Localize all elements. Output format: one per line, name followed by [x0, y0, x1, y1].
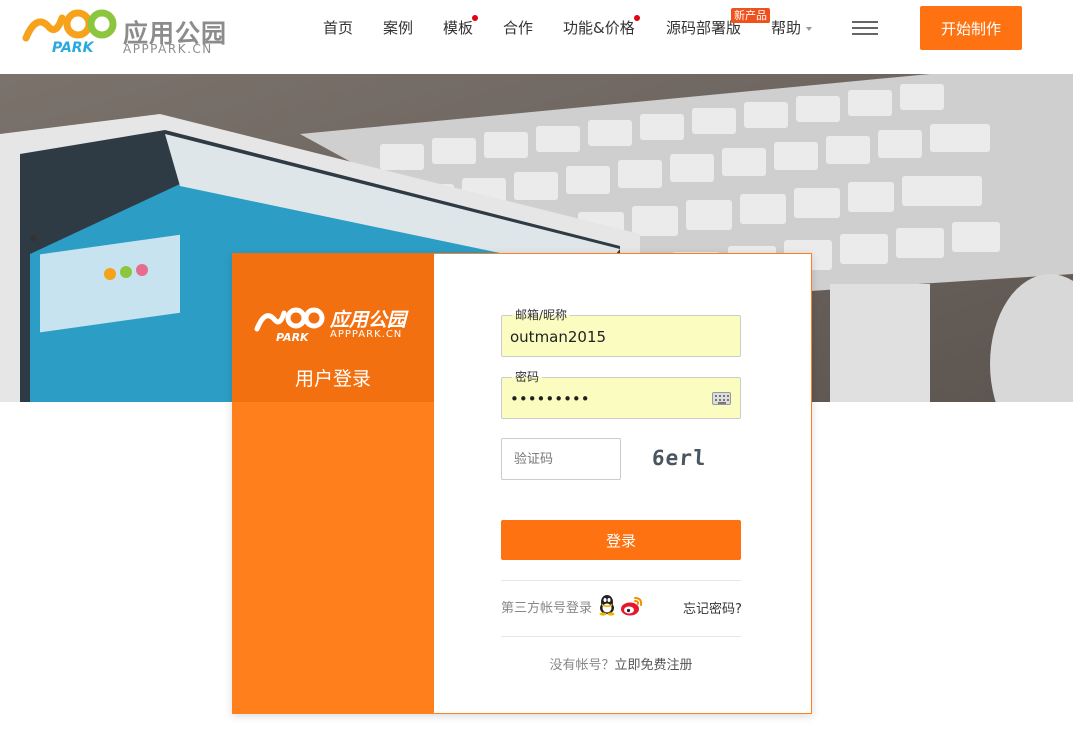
site-header: PARK 应用公园 APPPARK.CN 首页 案例 模板 合作 功能&价格 源…	[0, 0, 1073, 74]
nav-help-label: 帮助	[771, 19, 802, 37]
card-logo-text-cn: 应用公园	[330, 309, 407, 331]
password-field: 密码	[501, 370, 741, 419]
login-title: 用户登录	[294, 368, 371, 390]
divider	[501, 580, 741, 581]
weibo-icon[interactable]	[620, 595, 644, 617]
register-link[interactable]: 立即免费注册	[615, 658, 693, 673]
login-card: PARK 应用公园 APPPARK.CN 用户登录 邮箱/昵称 密码 6erl …	[232, 253, 812, 714]
nav-features-pricing[interactable]: 功能&价格	[563, 15, 640, 38]
register-prompt: 没有帐号？立即免费注册	[501, 654, 741, 673]
card-logo-mark-text: PARK	[276, 331, 310, 343]
card-logo: PARK 应用公园 APPPARK.CN	[254, 303, 414, 344]
nav-help[interactable]: 帮助	[771, 17, 813, 38]
nav-cooperation[interactable]: 合作	[503, 17, 533, 38]
logo-mark-icon: PARK	[22, 9, 117, 54]
nav-templates[interactable]: 模板	[443, 15, 479, 38]
start-making-button[interactable]: 开始制作	[920, 6, 1022, 50]
captcha-image[interactable]: 6erl	[651, 446, 707, 470]
nav-features-pricing-label: 功能&价格	[563, 19, 635, 37]
divider	[501, 636, 741, 637]
qq-icon[interactable]	[597, 594, 617, 616]
dot-indicator-icon	[633, 15, 640, 21]
keyboard-icon[interactable]	[712, 392, 731, 405]
menu-icon[interactable]	[852, 19, 878, 37]
logo-mark-text: PARK	[52, 40, 95, 54]
password-field-label: 密码	[512, 370, 543, 384]
captcha-input[interactable]	[501, 438, 621, 480]
no-account-text: 没有帐号？	[549, 658, 615, 673]
login-form: 邮箱/昵称 密码 6erl 登录 第三方帐号登录	[434, 253, 812, 714]
nav-templates-label: 模板	[443, 19, 474, 37]
email-field-label: 邮箱/昵称	[512, 308, 571, 322]
login-button[interactable]: 登录	[501, 520, 741, 560]
login-card-brand-panel: PARK 应用公园 APPPARK.CN 用户登录	[232, 253, 434, 714]
logo-text-en: APPPARK.CN	[123, 42, 213, 56]
forgot-password-link[interactable]: 忘记密码?	[683, 598, 742, 617]
email-field: 邮箱/昵称	[501, 308, 741, 357]
nav-home[interactable]: 首页	[323, 17, 353, 38]
nav-cases[interactable]: 案例	[383, 17, 413, 38]
new-product-badge: 新产品	[731, 8, 770, 23]
third-party-login-label: 第三方帐号登录	[501, 601, 593, 616]
password-input[interactable]	[510, 388, 710, 410]
chevron-down-icon	[806, 26, 813, 31]
logo-mark-icon: PARK	[254, 307, 325, 344]
card-logo-text-en: APPPARK.CN	[330, 329, 403, 340]
dot-indicator-icon	[472, 15, 479, 21]
nav-source-deploy[interactable]: 源码部署版	[666, 17, 741, 38]
site-logo[interactable]: PARK 应用公园 APPPARK.CN	[22, 6, 232, 56]
email-input[interactable]	[510, 326, 710, 348]
